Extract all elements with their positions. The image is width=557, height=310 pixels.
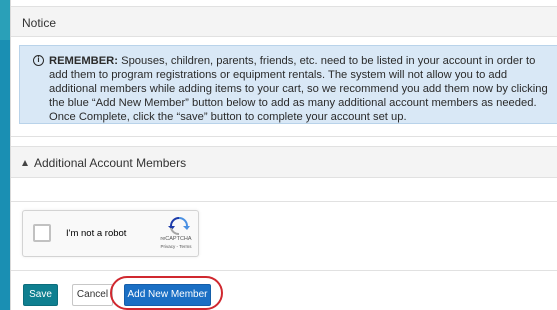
- additional-members-body: [11, 178, 557, 202]
- highlight-annotation: [110, 276, 223, 310]
- save-button[interactable]: Save: [23, 284, 58, 306]
- recaptcha-brand: reCAPTCHA: [160, 236, 192, 242]
- notice-message: Spouses, children, parents, friends, etc…: [49, 55, 548, 123]
- recaptcha-label: I'm not a robot: [66, 228, 127, 239]
- recaptcha-logo-icon: [168, 217, 190, 235]
- cancel-button[interactable]: Cancel: [72, 284, 113, 306]
- recaptcha-checkbox[interactable]: [33, 224, 51, 242]
- notice-title: Notice: [22, 16, 57, 30]
- additional-members-title: Additional Account Members: [34, 156, 187, 170]
- notice-alert: i REMEMBER: Spouses, children, parents, …: [19, 45, 557, 124]
- caret-up-icon[interactable]: [22, 160, 28, 166]
- divider: [11, 270, 557, 271]
- notice-text: REMEMBER: Spouses, children, parents, fr…: [49, 54, 549, 124]
- recaptcha-widget: I'm not a robot reCAPTCHA Privacy - Term…: [22, 210, 199, 257]
- remember-label: REMEMBER:: [49, 55, 118, 67]
- recaptcha-privacy-terms[interactable]: Privacy - Terms: [153, 244, 199, 249]
- info-icon: i: [33, 55, 44, 66]
- notice-header: Notice: [11, 6, 557, 37]
- divider: [11, 136, 557, 137]
- account-panel: Notice i REMEMBER: Spouses, children, pa…: [10, 0, 557, 310]
- additional-members-header[interactable]: Additional Account Members: [11, 146, 557, 178]
